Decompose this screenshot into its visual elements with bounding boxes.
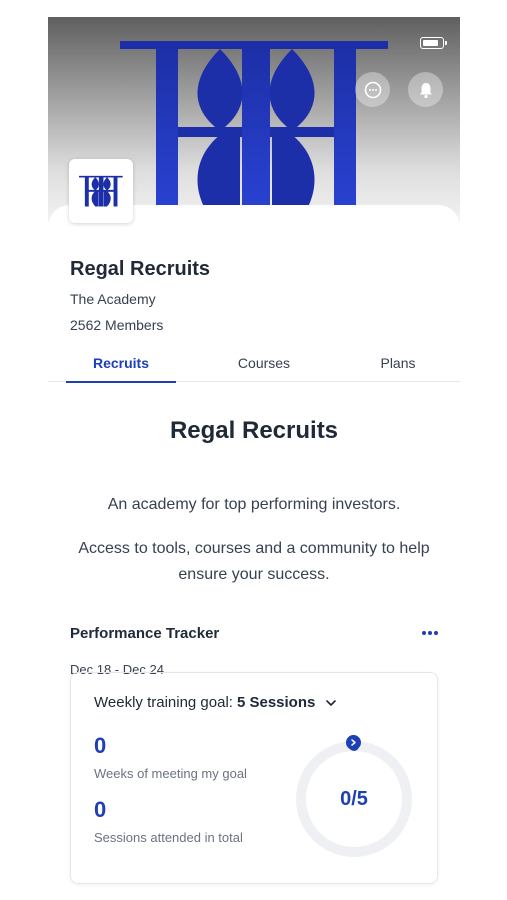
tracker-title: Performance Tracker bbox=[70, 625, 220, 642]
bell-icon bbox=[419, 82, 432, 98]
more-options-button[interactable] bbox=[418, 624, 442, 642]
sessions-label: Sessions attended in total bbox=[94, 830, 243, 845]
progress-text: 0/5 bbox=[340, 787, 368, 810]
chevron-down-icon bbox=[326, 699, 337, 706]
group-avatar bbox=[69, 159, 133, 223]
weeks-met-value: 0 bbox=[94, 733, 107, 758]
more-dots-icon bbox=[422, 631, 426, 635]
regal-recruits-logo-small bbox=[79, 175, 123, 207]
member-count[interactable]: 2562 Members bbox=[70, 317, 163, 333]
goal-value: 5 Sessions bbox=[236, 694, 316, 711]
progress-start-arrow-icon bbox=[346, 735, 361, 750]
tab-recruits[interactable]: Recruits bbox=[66, 344, 176, 383]
tab-courses[interactable]: Courses bbox=[213, 344, 315, 382]
weekly-goal-selector[interactable]: Weekly training goal: 5 Sessions bbox=[94, 694, 339, 711]
goal-label: Weekly training goal: bbox=[94, 694, 233, 711]
tracker-card: Weekly training goal: 5 Sessions 0 Weeks… bbox=[70, 672, 438, 884]
group-tabs: Recruits Courses Plans bbox=[48, 344, 460, 383]
about-description-1: An academy for top performing investors. bbox=[107, 496, 401, 513]
about-title: Regal Recruits bbox=[169, 417, 339, 444]
group-name: Regal Recruits bbox=[70, 258, 211, 280]
notifications-button[interactable] bbox=[408, 72, 443, 107]
chat-bubble-icon bbox=[364, 81, 381, 98]
weeks-met-label: Weeks of meeting my goal bbox=[94, 766, 247, 781]
about-description-2: Access to tools, courses and a community… bbox=[78, 540, 430, 583]
regal-recruits-logo-large bbox=[120, 41, 388, 222]
chat-button[interactable] bbox=[355, 72, 390, 107]
phone-screen: Regal Recruits The Academy 2562 Members … bbox=[48, 17, 460, 900]
group-subtitle: The Academy bbox=[70, 291, 156, 307]
battery-icon bbox=[420, 37, 447, 49]
sessions-value: 0 bbox=[94, 797, 107, 822]
tab-plans[interactable]: Plans bbox=[353, 344, 443, 382]
